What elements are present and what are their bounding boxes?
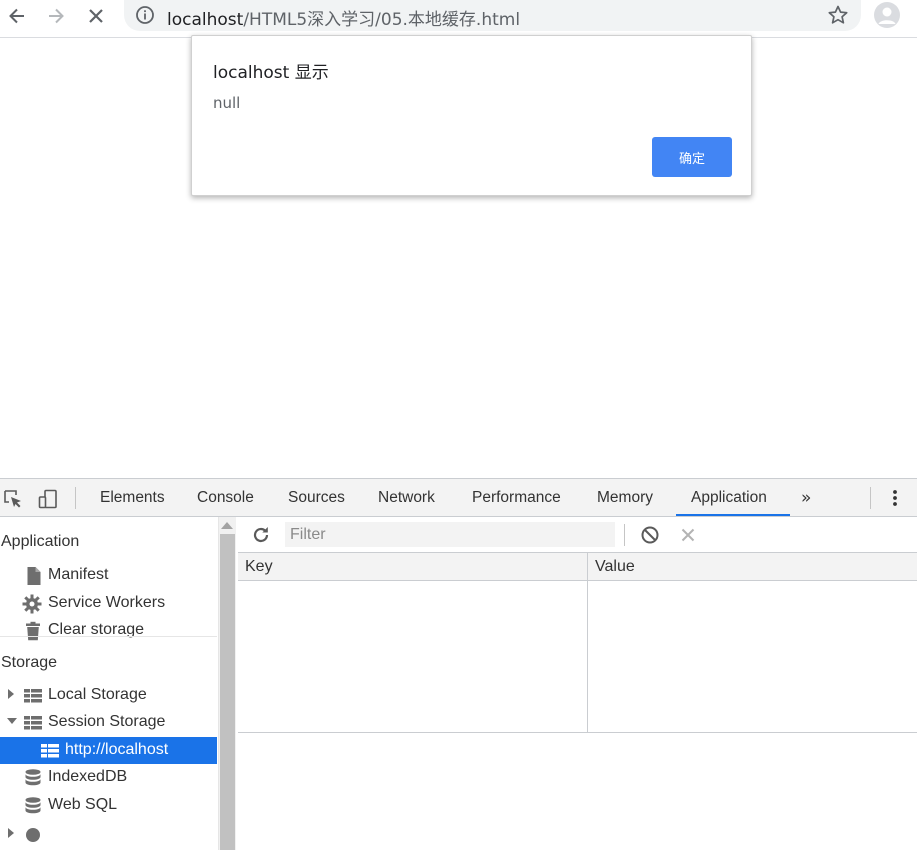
storage-view: Key Value <box>238 517 917 850</box>
refresh-icon[interactable] <box>251 525 271 549</box>
url-text: localhost/HTML5深入学习/05.本地缓存.html <box>167 10 521 30</box>
column-divider[interactable] <box>587 553 588 732</box>
cookie-icon <box>23 825 43 845</box>
devtools-tabbar: Elements Console Sources Network Perform… <box>0 479 917 517</box>
customize-menu-icon[interactable] <box>885 487 905 509</box>
sidebar-item-session-localhost[interactable]: http://localhost <box>0 737 217 764</box>
tab-separator <box>870 487 871 509</box>
stop-icon[interactable] <box>83 3 109 29</box>
device-toolbar-icon[interactable] <box>37 488 59 510</box>
sidebar-divider <box>0 636 217 637</box>
grid-table-icon <box>23 686 43 706</box>
storage-grid-header: Key Value <box>238 553 917 581</box>
storage-toolbar <box>238 517 917 553</box>
inspect-element-icon[interactable] <box>2 488 24 510</box>
back-arrow-icon[interactable] <box>4 3 30 29</box>
tab-network[interactable]: Network <box>378 479 435 517</box>
tab-application[interactable]: Application <box>691 479 767 517</box>
trash-icon <box>23 621 43 641</box>
sidebar-item-session-storage[interactable]: Session Storage <box>0 709 217 736</box>
tab-separator <box>75 487 76 509</box>
alert-dialog: localhost 显示 null 确定 <box>191 35 752 196</box>
forward-arrow-icon[interactable] <box>43 3 69 29</box>
more-tabs-icon[interactable]: » <box>801 488 811 508</box>
grid-table-icon <box>23 713 43 733</box>
clear-all-icon[interactable] <box>640 525 660 549</box>
sidebar-item-clear-storage[interactable]: Clear storage <box>0 617 217 644</box>
column-header-key[interactable]: Key <box>245 558 273 576</box>
browser-toolbar: localhost/HTML5深入学习/05.本地缓存.html <box>0 0 917 38</box>
database-icon <box>23 796 43 816</box>
sidebar-item-indexeddb[interactable]: IndexedDB <box>0 764 217 791</box>
filter-input[interactable] <box>285 522 615 547</box>
sidebar-item-local-storage[interactable]: Local Storage <box>0 682 217 709</box>
collapse-arrow-icon[interactable] <box>7 718 17 724</box>
sidebar-scroll-thumb[interactable] <box>220 534 235 850</box>
section-title-application: Application <box>1 533 80 550</box>
tab-performance[interactable]: Performance <box>472 479 561 517</box>
profile-icon[interactable] <box>874 2 900 28</box>
tab-console[interactable]: Console <box>197 479 254 517</box>
dialog-title: localhost 显示 <box>213 63 329 83</box>
star-icon[interactable] <box>827 4 849 30</box>
info-icon[interactable] <box>135 5 155 29</box>
sidebar-item-partial[interactable] <box>0 819 217 846</box>
tab-memory[interactable]: Memory <box>597 479 653 517</box>
grid-bottom-border <box>238 732 917 733</box>
file-icon <box>24 566 44 586</box>
toolbar-separator <box>624 524 625 546</box>
expand-arrow-icon[interactable] <box>8 828 14 838</box>
dialog-message: null <box>213 94 241 112</box>
sidebar-item-service-workers[interactable]: Service Workers <box>0 590 217 617</box>
scroll-up-arrow-icon[interactable] <box>221 522 233 529</box>
ok-button[interactable]: 确定 <box>652 137 732 177</box>
tab-sources[interactable]: Sources <box>288 479 345 517</box>
database-icon <box>23 768 43 788</box>
sidebar-item-web-sql[interactable]: Web SQL <box>0 792 217 819</box>
application-sidebar: Application Manifest Service Workers Cle… <box>0 517 218 850</box>
column-header-value[interactable]: Value <box>595 558 635 576</box>
tab-elements[interactable]: Elements <box>100 479 165 517</box>
address-bar[interactable]: localhost/HTML5深入学习/05.本地缓存.html <box>124 0 861 31</box>
sidebar-item-manifest[interactable]: Manifest <box>0 562 217 589</box>
devtools-panel: Elements Console Sources Network Perform… <box>0 478 917 850</box>
grid-table-icon <box>40 741 60 761</box>
active-tab-indicator <box>676 514 790 516</box>
gear-icon <box>22 594 42 614</box>
expand-arrow-icon[interactable] <box>8 689 14 699</box>
delete-selected-icon[interactable] <box>678 525 698 549</box>
section-title-storage: Storage <box>1 654 58 671</box>
